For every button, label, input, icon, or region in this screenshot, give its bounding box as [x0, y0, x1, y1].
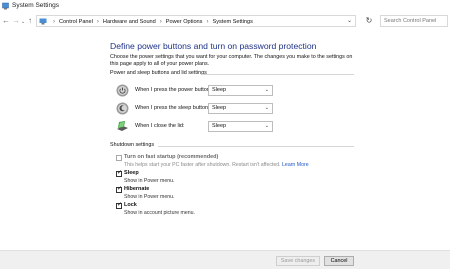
address-bar[interactable]: › Control Panel › Hardware and Sound › P…: [36, 15, 356, 27]
back-arrow-icon[interactable]: ←: [2, 16, 10, 26]
cancel-button[interactable]: Cancel: [324, 256, 354, 266]
sleep-button-icon: [116, 102, 129, 115]
close-lid-action-select[interactable]: Sleep ⌄: [208, 121, 273, 132]
hibernate-option-description: Show in Power menu.: [124, 194, 175, 200]
close-lid-action-value: Sleep: [212, 123, 227, 129]
chevron-down-icon: ⌄: [264, 105, 269, 111]
fast-startup-label: Turn on fast startup (recommended): [124, 154, 219, 160]
hibernate-checkbox[interactable]: ✓: [116, 186, 123, 193]
control-panel-icon: [2, 2, 9, 10]
breadcrumb-separator-icon: ›: [53, 19, 55, 25]
breadcrumb-separator-icon: ›: [206, 19, 209, 25]
window-title: System Settings: [12, 2, 59, 9]
sleep-button-action-select[interactable]: Sleep ⌄: [208, 103, 273, 114]
breadcrumb-system-settings[interactable]: System Settings: [212, 19, 252, 25]
fast-startup-description-text: This helps start your PC faster after sh…: [124, 162, 281, 168]
section-title: Shutdown settings: [110, 142, 155, 148]
hibernate-option-label: Hibernate: [124, 186, 150, 192]
save-changes-button[interactable]: Save changes: [276, 256, 320, 266]
forward-arrow-icon[interactable]: →: [12, 16, 20, 26]
control-panel-icon: [39, 18, 47, 25]
section-divider: [202, 74, 354, 75]
breadcrumb-separator-icon: ›: [159, 19, 162, 25]
breadcrumb-hardware-and-sound[interactable]: Hardware and Sound: [103, 19, 156, 25]
sleep-button-label: When I press the sleep button:: [135, 105, 210, 111]
search-input[interactable]: Search Control Panel: [380, 15, 448, 27]
power-button-action-value: Sleep: [212, 87, 227, 93]
breadcrumb: › Control Panel › Hardware and Sound › P…: [49, 17, 253, 27]
power-buttons-section-header: Power and sleep buttons and lid settings: [110, 70, 354, 79]
section-title: Power and sleep buttons and lid settings: [110, 70, 207, 76]
lock-checkbox[interactable]: ✓: [116, 202, 123, 209]
lock-option-label: Lock: [124, 202, 137, 208]
up-arrow-icon[interactable]: ↑: [28, 16, 32, 26]
close-lid-label: When I close the lid:: [135, 123, 185, 129]
power-button-label: When I press the power button:: [135, 87, 212, 93]
page-description: Choose the power settings that you want …: [110, 54, 353, 67]
checkmark-icon: ✓: [117, 170, 123, 176]
laptop-lid-icon: [117, 121, 128, 131]
section-divider: [158, 146, 354, 147]
recent-locations-chevron-icon[interactable]: ⌄: [21, 17, 25, 27]
power-button-action-select[interactable]: Sleep ⌄: [208, 85, 273, 96]
sleep-option-description: Show in Power menu.: [124, 178, 175, 184]
sleep-button-action-value: Sleep: [212, 105, 227, 111]
learn-more-link[interactable]: Learn More: [282, 162, 309, 168]
address-dropdown-icon[interactable]: ⌄: [347, 17, 352, 24]
title-bar: System Settings: [0, 0, 450, 13]
main-content: Define power buttons and turn on passwor…: [0, 29, 450, 269]
breadcrumb-power-options[interactable]: Power Options: [166, 19, 203, 25]
page-title: Define power buttons and turn on passwor…: [110, 41, 317, 51]
refresh-icon[interactable]: ↻: [364, 16, 374, 26]
sleep-checkbox[interactable]: ✓: [116, 170, 123, 177]
footer-bar: Save changes Cancel: [0, 250, 450, 269]
fast-startup-description: This helps start your PC faster after sh…: [124, 162, 309, 168]
sleep-option-label: Sleep: [124, 170, 139, 176]
power-button-icon: [116, 84, 129, 97]
chevron-down-icon: ⌄: [264, 87, 269, 93]
breadcrumb-separator-icon: ›: [96, 19, 99, 25]
navigation-bar: ← → ⌄ ↑ › Control Panel › Hardware and S…: [0, 13, 450, 29]
lock-option-description: Show in account picture menu.: [124, 210, 195, 216]
checkmark-icon: ✓: [117, 186, 123, 192]
shutdown-section-header: Shutdown settings: [110, 142, 354, 151]
breadcrumb-control-panel[interactable]: Control Panel: [59, 19, 93, 25]
chevron-down-icon: ⌄: [264, 123, 269, 129]
fast-startup-checkbox[interactable]: [116, 155, 122, 161]
checkmark-icon: ✓: [117, 202, 123, 208]
